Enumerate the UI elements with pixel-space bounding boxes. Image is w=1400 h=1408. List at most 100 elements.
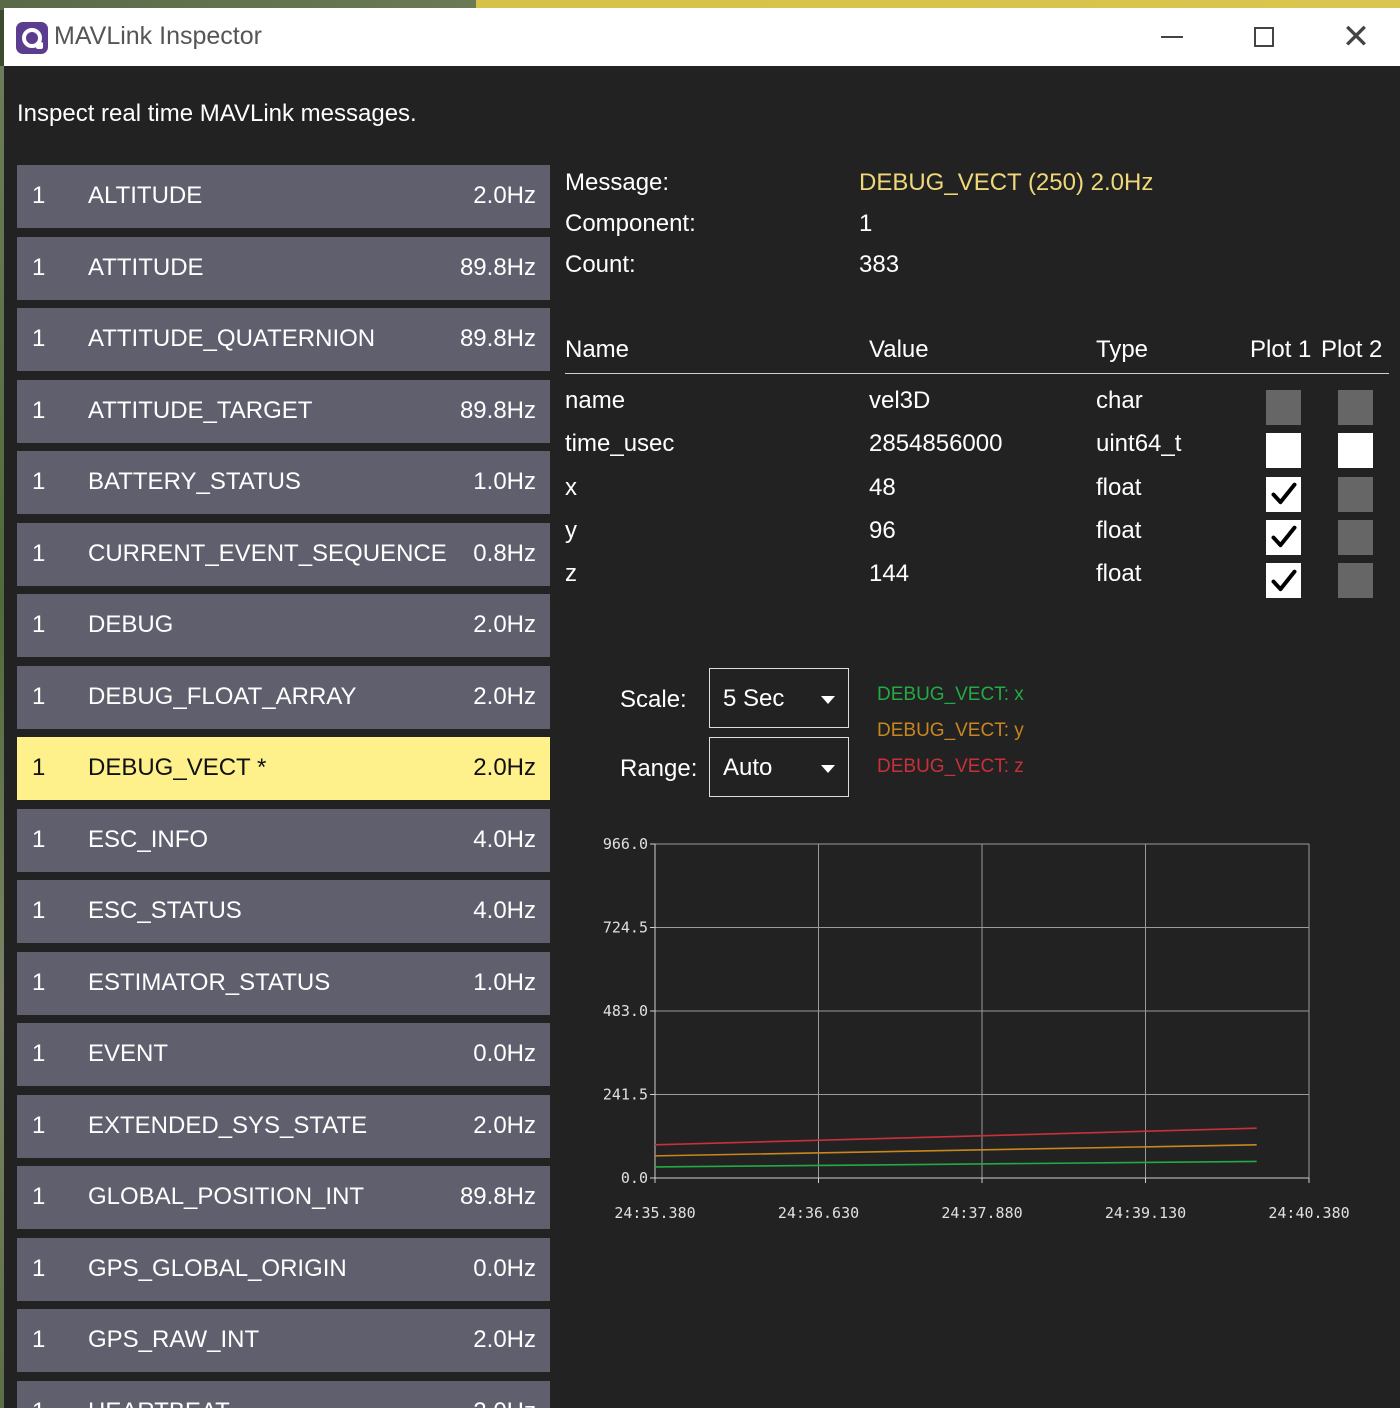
- chevron-down-icon: [821, 696, 835, 704]
- message-rate: 0.0Hz: [473, 1254, 536, 1282]
- plot2-checkbox[interactable]: [1338, 433, 1373, 469]
- message-component: 1: [32, 897, 46, 924]
- message-rate: 0.8Hz: [473, 539, 536, 567]
- message-list-item[interactable]: 1 CURRENT_EVENT_SEQUENCE 0.8Hz: [17, 522, 550, 586]
- message-list-item[interactable]: 1 DEBUG 2.0Hz: [17, 594, 550, 657]
- message-rate: 2.0Hz: [473, 754, 536, 781]
- message-list-item[interactable]: 1 ESTIMATOR_STATUS 1.0Hz: [17, 951, 550, 1015]
- legend-entry: DEBUG_VECT: z: [877, 756, 1024, 777]
- field-value: 48: [869, 473, 896, 501]
- message-name: ATTITUDE_TARGET: [88, 396, 313, 424]
- chart-canvas: 966.0 724.5 483.0 241.5 0.0 24:35.380 24:36.63…: [603, 835, 1350, 1222]
- message-list-item[interactable]: 1 ATTITUDE_TARGET 89.8Hz: [17, 379, 550, 443]
- message-component: 1: [32, 754, 46, 781]
- series-line: [654, 1160, 1257, 1168]
- plot-chart: 966.0 724.5 483.0 241.5 0.0 24:35.380 24:36.63…: [600, 834, 1370, 1234]
- message-rate: 4.0Hz: [473, 825, 536, 853]
- message-list-item[interactable]: 1 EVENT 0.0Hz: [17, 1023, 550, 1086]
- message-rate: 4.0Hz: [473, 897, 536, 924]
- page-description: Inspect real time MAVLink messages.: [17, 100, 417, 127]
- checkmark-icon: [1271, 482, 1296, 505]
- message-name: GPS_GLOBAL_ORIGIN: [88, 1254, 347, 1282]
- message-component: 1: [32, 611, 46, 638]
- message-name: DEBUG_FLOAT_ARRAY: [88, 682, 357, 710]
- message-list-item[interactable]: 1 HEARTBEAT 2.0Hz: [17, 1380, 550, 1408]
- checkmark-icon: [1271, 526, 1296, 548]
- message-component: 1: [32, 968, 46, 996]
- field-type: float: [1096, 473, 1142, 501]
- message-list-item[interactable]: 1 GPS_RAW_INT 2.0Hz: [17, 1309, 550, 1372]
- component-label: Component:: [565, 210, 696, 237]
- close-button[interactable]: ✕: [1310, 8, 1400, 66]
- message-rate: 1.0Hz: [473, 468, 536, 495]
- x-tick-label: 24:37.880: [941, 1204, 1022, 1222]
- message-list-item[interactable]: 1 EXTENDED_SYS_STATE 2.0Hz: [17, 1094, 550, 1158]
- message-component: 1: [32, 468, 46, 495]
- column-header-name: Name: [565, 336, 630, 363]
- maximize-icon: [1254, 27, 1274, 47]
- plot1-checkbox: [1266, 390, 1301, 425]
- field-type: uint64_t: [1096, 430, 1182, 458]
- message-list-item[interactable]: 1 ESC_INFO 4.0Hz: [17, 808, 550, 872]
- message-rate: 2.0Hz: [473, 1326, 536, 1353]
- field-name: name: [565, 387, 626, 414]
- message-list-item[interactable]: 1 GPS_GLOBAL_ORIGIN 0.0Hz: [17, 1237, 550, 1301]
- plot1-checkbox[interactable]: [1266, 476, 1301, 512]
- message-rate: 2.0Hz: [473, 611, 536, 638]
- table-header-divider: [565, 373, 1389, 374]
- range-dropdown[interactable]: Auto: [709, 737, 849, 797]
- message-list-item[interactable]: 1 ALTITUDE 2.0Hz: [17, 165, 550, 228]
- message-list-item[interactable]: 1 BATTERY_STATUS 1.0Hz: [17, 451, 550, 514]
- plot1-checkbox[interactable]: [1266, 519, 1301, 555]
- field-type: char: [1096, 387, 1143, 414]
- message-component: 1: [32, 1254, 46, 1282]
- window-title: MAVLink Inspector: [54, 22, 262, 50]
- column-header-value: Value: [869, 336, 929, 363]
- field-type: float: [1096, 516, 1142, 544]
- plot1-checkbox[interactable]: [1266, 563, 1301, 599]
- message-component: 1: [32, 253, 46, 281]
- message-rate: 2.0Hz: [473, 682, 536, 710]
- range-dropdown-value: Auto: [723, 754, 773, 781]
- message-name: HEARTBEAT: [88, 1398, 230, 1408]
- message-list[interactable]: 1 ALTITUDE 2.0Hz 1 ATTITUDE 89.8Hz 1 ATTITUDE_Q…: [17, 165, 550, 1408]
- maximize-button[interactable]: [1218, 8, 1310, 66]
- field-name: x: [565, 473, 577, 501]
- y-tick-label: 241.5: [603, 1086, 648, 1104]
- message-name: GPS_RAW_INT: [88, 1326, 260, 1353]
- message-name: ATTITUDE: [88, 253, 204, 281]
- message-name: ESTIMATOR_STATUS: [88, 968, 331, 996]
- message-name: ESC_STATUS: [88, 897, 242, 924]
- message-list-item[interactable]: 1 DEBUG_FLOAT_ARRAY 2.0Hz: [17, 665, 550, 729]
- message-list-item[interactable]: 1 ATTITUDE_QUATERNION 89.8Hz: [17, 308, 550, 371]
- title-bar[interactable]: MAVLink Inspector ✕: [4, 8, 1400, 66]
- component-value: 1: [859, 210, 873, 237]
- message-name: EVENT: [88, 1040, 169, 1067]
- field-value: 2854856000: [869, 430, 1003, 458]
- message-rate: 1.0Hz: [473, 968, 536, 996]
- message-list-item[interactable]: 1 GLOBAL_POSITION_INT 89.8Hz: [17, 1166, 550, 1229]
- message-component: 1: [32, 1183, 46, 1210]
- message-component: 1: [32, 1111, 46, 1139]
- series-line: [654, 1144, 1257, 1157]
- minimize-icon: [1161, 36, 1183, 38]
- field-name: z: [565, 560, 577, 588]
- app-logo-icon: [16, 22, 48, 54]
- plot1-checkbox[interactable]: [1266, 433, 1301, 469]
- message-component: 1: [32, 1398, 45, 1408]
- field-value: 96: [869, 516, 896, 544]
- message-list-item[interactable]: 1 ATTITUDE 89.8Hz: [17, 236, 550, 300]
- field-value: vel3D: [869, 387, 931, 414]
- count-label: Count:: [565, 251, 636, 278]
- legend-entry: DEBUG_VECT: x: [877, 684, 1024, 705]
- series-line: [654, 1127, 1257, 1146]
- message-list-item[interactable]: 1 ESC_STATUS 4.0Hz: [17, 880, 550, 943]
- message-rate: 89.8Hz: [459, 253, 536, 281]
- count-value: 383: [859, 251, 900, 278]
- scale-dropdown[interactable]: 5 Sec: [709, 668, 849, 728]
- message-name: BATTERY_STATUS: [88, 468, 301, 495]
- message-component: 1: [32, 1040, 46, 1067]
- minimize-button[interactable]: [1126, 8, 1218, 66]
- field-name: time_usec: [565, 430, 675, 458]
- message-list-item[interactable]: 1 DEBUG_VECT * 2.0Hz: [17, 737, 550, 800]
